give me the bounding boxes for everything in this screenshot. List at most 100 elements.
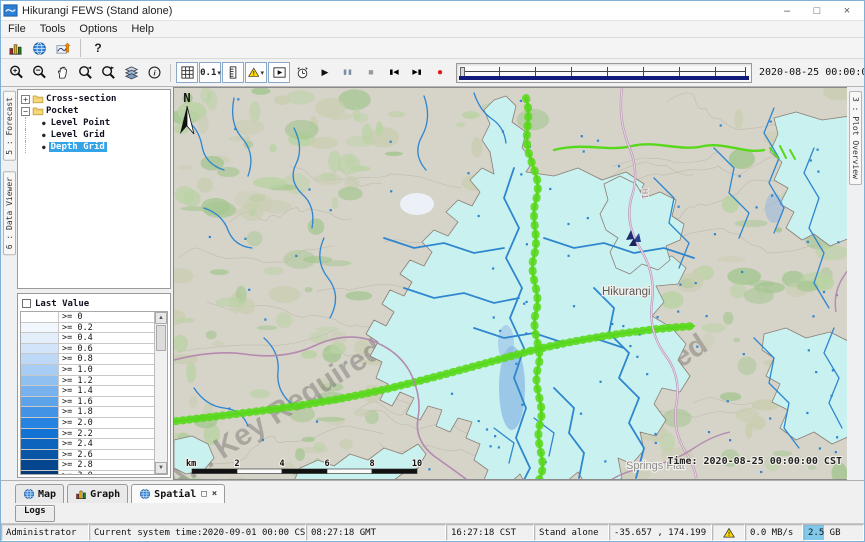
legend-scrollbar[interactable]: ▲ ▼: [154, 312, 167, 474]
spatial-display-icon[interactable]: [28, 38, 50, 59]
help-icon[interactable]: ?: [87, 38, 109, 59]
pause-button[interactable]: ▮▮: [337, 62, 359, 83]
animation-icon[interactable]: [268, 62, 290, 83]
svg-text:i: i: [153, 68, 156, 77]
tree-leaf-level-grid[interactable]: ● Level Grid: [20, 129, 168, 141]
scroll-up-icon[interactable]: ▲: [155, 312, 167, 324]
legend-label: >= 0.6: [59, 344, 154, 354]
legend-swatch: [21, 460, 59, 470]
warning-icon: !: [248, 65, 259, 80]
svg-text:10: 10: [412, 459, 422, 469]
zoom-previous-icon[interactable]: [74, 62, 96, 83]
tree-leaf-level-point[interactable]: ● Level Point: [20, 117, 168, 129]
legend-swatch: [21, 418, 59, 428]
tree-leaf-depth-grid[interactable]: ● Depth Grid: [20, 141, 168, 153]
maximize-button[interactable]: □: [802, 2, 832, 20]
bar-chart-icon: [75, 488, 87, 500]
svg-text:km: km: [186, 459, 196, 469]
time-slider[interactable]: [456, 63, 752, 83]
last-value-checkbox[interactable]: [22, 299, 31, 308]
thresholds-warning-dropdown[interactable]: !▾: [245, 62, 267, 83]
legend-label: >= 1.2: [59, 376, 154, 386]
town-label: Hikurangi: [602, 286, 651, 298]
status-local-time: 16:27:18 CST: [446, 524, 534, 541]
tab-maximize-icon[interactable]: □: [201, 489, 206, 499]
tab-close-icon[interactable]: ×: [212, 489, 217, 499]
record-button[interactable]: ●: [429, 62, 451, 83]
menu-options[interactable]: Options: [72, 22, 124, 36]
tab-map[interactable]: Map: [15, 484, 64, 503]
status-bar: Administrator Current system time:2020-0…: [1, 524, 864, 541]
tab-forecast[interactable]: 5 : Forecast: [3, 91, 16, 161]
tree-leaf-label[interactable]: Level Point: [49, 118, 113, 128]
logs-button[interactable]: Logs: [15, 505, 55, 522]
menu-help[interactable]: Help: [124, 22, 161, 36]
menubar: File Tools Options Help: [1, 21, 864, 38]
legend-row: >= 1.2: [21, 376, 154, 387]
tab-data-viewer[interactable]: 6 : Data Viewer: [3, 171, 16, 255]
legend-label: >= 2.8: [59, 460, 154, 470]
last-value-label: Last Value: [35, 299, 89, 309]
zoom-in-icon[interactable]: +: [5, 62, 27, 83]
status-warning[interactable]: !: [712, 524, 745, 541]
tree-node-cross-section[interactable]: + Cross-section: [20, 93, 168, 105]
legend-panel: Last Value >= 0 >= 0.2 >= 0.4 >= 0.6 >= …: [17, 293, 171, 478]
time-slider-track: [463, 71, 745, 72]
legend-swatch: [21, 333, 59, 343]
tab-plot-overview[interactable]: 3 : Plot Overview: [849, 91, 862, 185]
map-canvas[interactable]: API Key Required API Key Required: [174, 88, 847, 480]
expand-icon[interactable]: +: [21, 95, 30, 104]
legend-swatch: [21, 439, 59, 449]
layers-tree[interactable]: + Cross-section − Pocket ● Level Point ●: [17, 89, 171, 289]
contour-threshold-dropdown[interactable]: 0.1▾: [199, 62, 221, 83]
status-system-time: Current system time:2020-09-01 00:00 CST: [89, 524, 306, 541]
legend-row: >= 3.0: [21, 471, 154, 474]
scroll-thumb[interactable]: [156, 325, 166, 351]
tree-node-label[interactable]: Pocket: [44, 106, 81, 116]
pan-icon[interactable]: [51, 62, 73, 83]
zoom-next-icon[interactable]: [97, 62, 119, 83]
play-button[interactable]: ▶: [314, 62, 336, 83]
tab-graph[interactable]: Graph: [67, 484, 128, 503]
legend-toggle-icon[interactable]: [222, 62, 244, 83]
bullet-icon: ●: [42, 120, 46, 127]
skip-to-start-button[interactable]: ▮◀: [383, 62, 405, 83]
minimize-button[interactable]: –: [772, 2, 802, 20]
tree-node-label[interactable]: Cross-section: [44, 94, 118, 104]
close-button[interactable]: ×: [832, 2, 862, 20]
stop-button[interactable]: ■: [360, 62, 382, 83]
time-series-display-icon[interactable]: [52, 38, 74, 59]
application-window: Hikurangi FEWS (Stand alone) – □ × File …: [0, 0, 865, 542]
menu-tools[interactable]: Tools: [33, 22, 73, 36]
scroll-down-icon[interactable]: ▼: [155, 462, 167, 474]
legend-swatch: [21, 407, 59, 417]
time-step-icon[interactable]: [291, 62, 313, 83]
legend-swatch: [21, 344, 59, 354]
svg-text:!: !: [727, 530, 731, 538]
menu-file[interactable]: File: [1, 22, 33, 36]
left-panel: + Cross-section − Pocket ● Level Point ●: [17, 87, 173, 480]
app-logo-icon: [3, 3, 18, 18]
zoom-out-icon[interactable]: −: [28, 62, 50, 83]
map-viewport[interactable]: API Key Required API Key Required: [173, 87, 847, 480]
tree-leaf-label[interactable]: Level Grid: [49, 130, 107, 140]
tree-leaf-label-selected[interactable]: Depth Grid: [49, 142, 107, 152]
explorer-icon[interactable]: [4, 38, 26, 59]
layers-icon[interactable]: [120, 62, 142, 83]
collapse-icon[interactable]: −: [21, 107, 30, 116]
legend-row: >= 2.6: [21, 450, 154, 461]
bottom-tab-bar: Map Graph Spatial □ ×: [1, 481, 864, 503]
info-icon[interactable]: i: [143, 62, 165, 83]
svg-text:8: 8: [369, 459, 374, 469]
tree-node-pocket[interactable]: − Pocket: [20, 105, 168, 117]
last-value-checkbox-row[interactable]: Last Value: [20, 296, 168, 311]
legend-label: >= 1.6: [59, 397, 154, 407]
svg-text:+: +: [12, 66, 17, 75]
legend-swatch: [21, 354, 59, 364]
legend-label: >= 0.2: [59, 323, 154, 333]
tab-spatial-label: Spatial: [154, 489, 196, 500]
skip-to-end-button[interactable]: ▶▮: [406, 62, 428, 83]
legend-row: >= 1.8: [21, 407, 154, 418]
grid-display-icon[interactable]: [176, 62, 198, 83]
tab-spatial[interactable]: Spatial □ ×: [131, 484, 225, 503]
